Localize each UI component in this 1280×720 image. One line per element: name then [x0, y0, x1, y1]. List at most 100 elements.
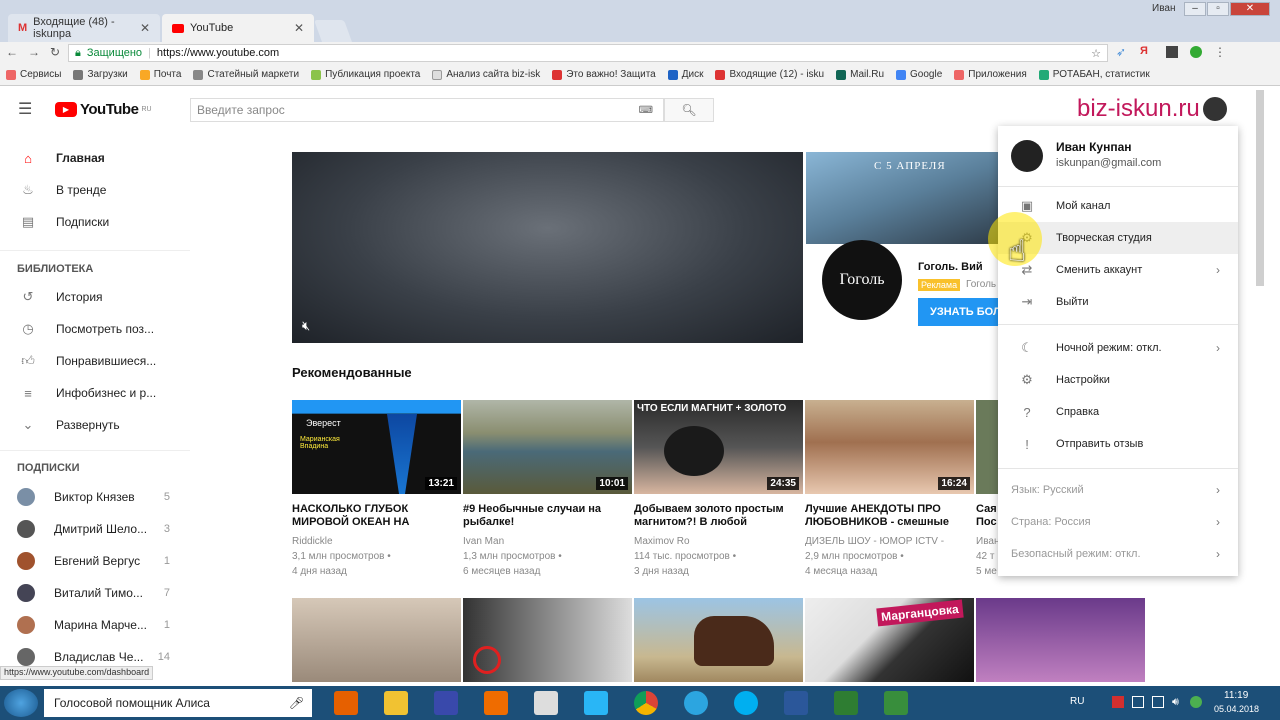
new-tab-button[interactable] — [313, 20, 353, 42]
hamburger-menu-icon[interactable]: ☰ — [18, 99, 32, 119]
close-icon[interactable]: ✕ — [140, 21, 150, 35]
tab-youtube[interactable]: YouTube ✕ — [162, 14, 314, 42]
bookmark-item[interactable]: Анализ сайта biz-isk — [432, 69, 540, 80]
video-thumbnail[interactable] — [463, 598, 632, 682]
video-title[interactable]: Сая Пос — [976, 503, 998, 529]
keyboard-icon[interactable]: ⌨ — [639, 105, 653, 116]
ad-logo[interactable]: Гоголь — [822, 240, 902, 320]
start-button[interactable] — [4, 689, 38, 717]
tray-icon[interactable] — [1190, 696, 1202, 708]
avatar[interactable] — [1203, 97, 1227, 121]
tray-icon[interactable] — [1132, 696, 1144, 708]
ad-banner[interactable]: С 5 АПРЕЛЯ — [806, 152, 998, 244]
video-title[interactable]: НАСКОЛЬКО ГЛУБОК МИРОВОЙ ОКЕАН НА — [292, 503, 461, 529]
alice-assistant-input[interactable]: Голосовой помощник Алиса 🎤︎ — [44, 689, 312, 717]
bookmark-item[interactable]: Google — [896, 69, 942, 80]
video-title[interactable]: #9 Необычные случаи на рыбалке! — [463, 503, 632, 529]
video-thumbnail[interactable]: 16:24 — [805, 400, 974, 494]
mute-icon[interactable]: 🔇︎ — [302, 318, 310, 334]
video-thumbnail[interactable] — [292, 598, 461, 682]
hero-video-player[interactable]: 🔇︎ — [292, 152, 803, 343]
firefox-icon[interactable] — [334, 691, 358, 715]
video-title[interactable]: Добываем золото простым магнитом?! В любо… — [634, 503, 803, 529]
bookmark-item[interactable]: РОТАБАН, статистик — [1038, 69, 1150, 80]
extension-icon[interactable] — [1166, 46, 1178, 58]
bird-icon[interactable] — [584, 691, 608, 715]
menu-item-language[interactable]: Язык: Русский › — [998, 474, 1238, 506]
video-thumbnail[interactable] — [976, 598, 1145, 682]
subscription-item[interactable]: Евгений Вергус 1 — [0, 545, 190, 577]
subscription-item[interactable]: Марина Марче... 1 — [0, 609, 190, 641]
tab-gmail[interactable]: M Входящие (48) - iskunpa ✕ — [8, 14, 160, 42]
minimize-button[interactable]: – — [1184, 2, 1206, 16]
video-thumbnail[interactable]: Эверест Марианская Впадина 13:21 — [292, 400, 461, 494]
camtasia-icon[interactable] — [834, 691, 858, 715]
video-thumbnail[interactable]: Марганцовка — [805, 598, 974, 682]
video-thumbnail[interactable]: 10:01 — [463, 400, 632, 494]
media-player-icon[interactable] — [484, 691, 508, 715]
maximize-button[interactable]: ▫ — [1207, 2, 1229, 16]
sidebar-item-trending[interactable]: ♨ В тренде — [0, 174, 190, 206]
channel-name[interactable]: Maximov Ro — [634, 534, 803, 549]
folder-icon[interactable] — [384, 691, 408, 715]
star-icon[interactable]: ☆ — [1091, 47, 1101, 60]
sidebar-item-liked[interactable]: 👍︎ Понравившиеся... — [0, 345, 190, 377]
sidebar-item-playlist[interactable]: ≡ Инфобизнес и р... — [0, 377, 190, 409]
menu-item-dark-mode[interactable]: ☾ Ночной режим: откл. › — [998, 332, 1238, 364]
menu-item-safe-mode[interactable]: Безопасный режим: откл. › — [998, 538, 1238, 570]
tray-icon[interactable] — [1112, 696, 1124, 708]
search-input[interactable]: Введите запрос ⌨ — [190, 98, 664, 122]
close-window-button[interactable]: ✕ — [1230, 2, 1270, 16]
menu-item-switch-account[interactable]: ⇄ Сменить аккаунт › — [998, 254, 1238, 286]
telegram-icon[interactable] — [684, 691, 708, 715]
sidebar-item-subscriptions[interactable]: ▤ Подписки — [0, 206, 190, 238]
ad-title[interactable]: Гоголь. Вий — [918, 261, 983, 273]
url-input[interactable]: 🔒︎ Защищено | https://www.youtube.com ☆ — [68, 44, 1108, 62]
clock-date[interactable]: 05.04.2018 — [1214, 704, 1259, 714]
subscription-item[interactable]: Виталий Тимо... 7 — [0, 577, 190, 609]
reload-icon[interactable]: ↻ — [50, 45, 60, 59]
skype-icon[interactable] — [734, 691, 758, 715]
save-icon[interactable] — [434, 691, 458, 715]
bookmark-item[interactable]: Сервисы — [6, 69, 61, 80]
bookmark-item[interactable]: Это важно! Защита — [552, 69, 656, 80]
close-icon[interactable]: ✕ — [294, 21, 304, 35]
bookmark-item[interactable]: Mail.Ru — [836, 69, 884, 80]
learn-more-button[interactable]: УЗНАТЬ БОЛ — [918, 298, 998, 326]
bookmark-item[interactable]: Приложения — [954, 69, 1027, 80]
language-indicator[interactable]: RU — [1070, 696, 1084, 707]
microphone-icon[interactable]: 🎤︎ — [289, 696, 304, 710]
word-icon[interactable] — [784, 691, 808, 715]
menu-item-logout[interactable]: ⇥ Выйти — [998, 286, 1238, 318]
camtasia-recorder-icon[interactable] — [884, 691, 908, 715]
menu-item-my-channel[interactable]: ▣ Мой канал — [998, 190, 1238, 222]
menu-item-help[interactable]: ? Справка — [998, 396, 1238, 428]
menu-item-country[interactable]: Страна: Россия › — [998, 506, 1238, 538]
channel-name[interactable]: Ivan Man — [463, 534, 632, 549]
channel-name[interactable]: Riddickle — [292, 534, 461, 549]
subscription-item[interactable]: Дмитрий Шело... 3 — [0, 513, 190, 545]
search-button[interactable]: 🔍︎ — [664, 98, 714, 122]
sidebar-item-history[interactable]: ↺ История — [0, 281, 190, 313]
bookmark-item[interactable]: Входящие (12) - isku — [715, 69, 824, 80]
menu-dots-icon[interactable]: ⋮ — [1214, 45, 1226, 59]
extension-icon[interactable]: ➶ — [1116, 45, 1126, 59]
youtube-logo[interactable]: ▶ YouTube RU — [55, 101, 152, 118]
yandex-extension-icon[interactable]: Я — [1140, 45, 1148, 57]
sidebar-item-watch-later[interactable]: ◷ Посмотреть поз... — [0, 313, 190, 345]
video-thumbnail[interactable] — [634, 598, 803, 682]
menu-item-feedback[interactable]: ! Отправить отзыв — [998, 428, 1238, 460]
bookmark-item[interactable]: Загрузки — [73, 69, 128, 80]
video-title[interactable]: Лучшие АНЕКДОТЫ ПРО ЛЮБОВНИКОВ - смешные — [805, 503, 974, 529]
scrollbar-thumb[interactable] — [1256, 90, 1264, 286]
network-icon[interactable] — [1152, 696, 1164, 708]
subscription-item[interactable]: Виктор Князев 5 — [0, 481, 190, 513]
sidebar-item-home[interactable]: ⌂ Главная — [0, 142, 190, 174]
sidebar-item-expand[interactable]: ⌄ Развернуть — [0, 409, 190, 441]
bookmark-item[interactable]: Публикация проекта — [311, 69, 420, 80]
chrome-icon[interactable] — [634, 691, 658, 715]
menu-item-settings[interactable]: ⚙ Настройки — [998, 364, 1238, 396]
bookmark-item[interactable]: Почта — [139, 69, 181, 80]
channel-name[interactable]: ДИЗЕЛЬ ШОУ - ЮМОР ICTV - — [805, 534, 974, 549]
bookmark-item[interactable]: Статейный маркети — [193, 69, 299, 80]
